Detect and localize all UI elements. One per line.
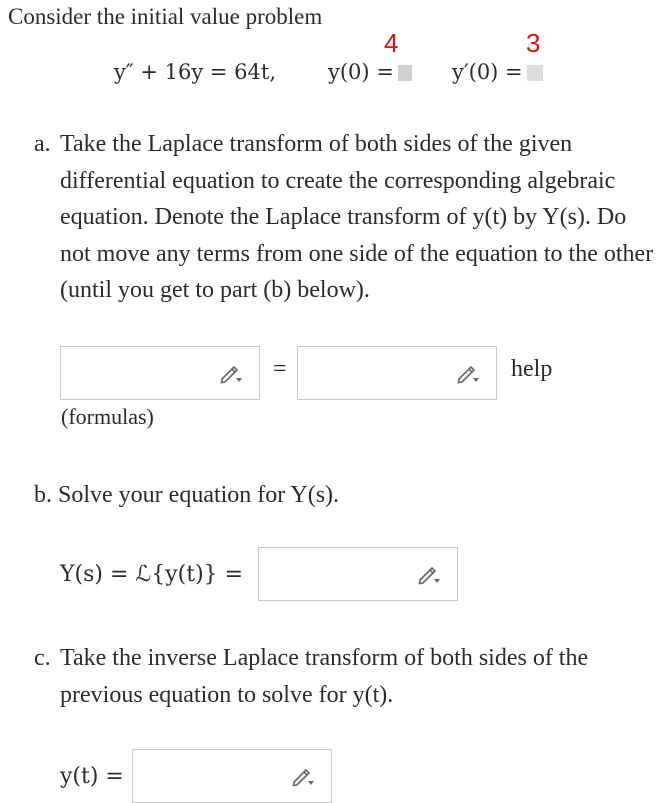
equals-sign: = bbox=[273, 356, 287, 382]
part-a-text: Take the Laplace transform of both sides… bbox=[60, 131, 654, 303]
initial-condition-y0: y(0) = bbox=[328, 60, 412, 96]
part-b-label: b. bbox=[34, 482, 52, 508]
y-of-t-input[interactable] bbox=[132, 749, 332, 803]
part-b-text: Solve your equation for Y(s). bbox=[58, 482, 340, 508]
formulas-link[interactable]: (formulas) bbox=[61, 404, 154, 430]
part-c: c. Take the inverse Laplace transform of… bbox=[34, 640, 660, 713]
part-b: b. Solve your equation for Y(s). bbox=[34, 477, 339, 514]
ode-equation: y″ + 16y = 64t, bbox=[114, 60, 277, 84]
laplace-rhs-input[interactable] bbox=[297, 346, 497, 400]
redacted-value bbox=[397, 65, 412, 81]
part-c-math-label: y(t) = bbox=[60, 764, 124, 789]
part-a: a. Take the Laplace transform of both si… bbox=[34, 126, 660, 309]
pencil-icon[interactable] bbox=[456, 364, 480, 384]
pencil-icon[interactable] bbox=[291, 767, 315, 787]
laplace-lhs-input[interactable] bbox=[60, 346, 260, 400]
part-c-text: Take the inverse Laplace transform of bo… bbox=[60, 645, 589, 708]
pencil-icon[interactable] bbox=[417, 565, 441, 585]
help-link[interactable]: help bbox=[511, 356, 552, 383]
part-a-label: a. bbox=[34, 131, 51, 157]
initial-condition-dy0-label: y′(0) = bbox=[452, 60, 523, 84]
part-c-label: c. bbox=[34, 645, 51, 671]
problem-intro: Consider the initial value problem bbox=[8, 4, 323, 29]
initial-condition-dy0: y′(0) = bbox=[452, 60, 543, 96]
Y-of-s-input[interactable] bbox=[258, 547, 458, 601]
annotation-ic2: 3 bbox=[526, 28, 541, 58]
redacted-value bbox=[526, 65, 543, 81]
pencil-icon[interactable] bbox=[219, 364, 243, 384]
part-b-math-label: Y(s) = ℒ{y(t)} = bbox=[60, 562, 244, 587]
initial-condition-y0-label: y(0) = bbox=[328, 60, 394, 84]
annotation-ic1: 4 bbox=[384, 28, 399, 58]
